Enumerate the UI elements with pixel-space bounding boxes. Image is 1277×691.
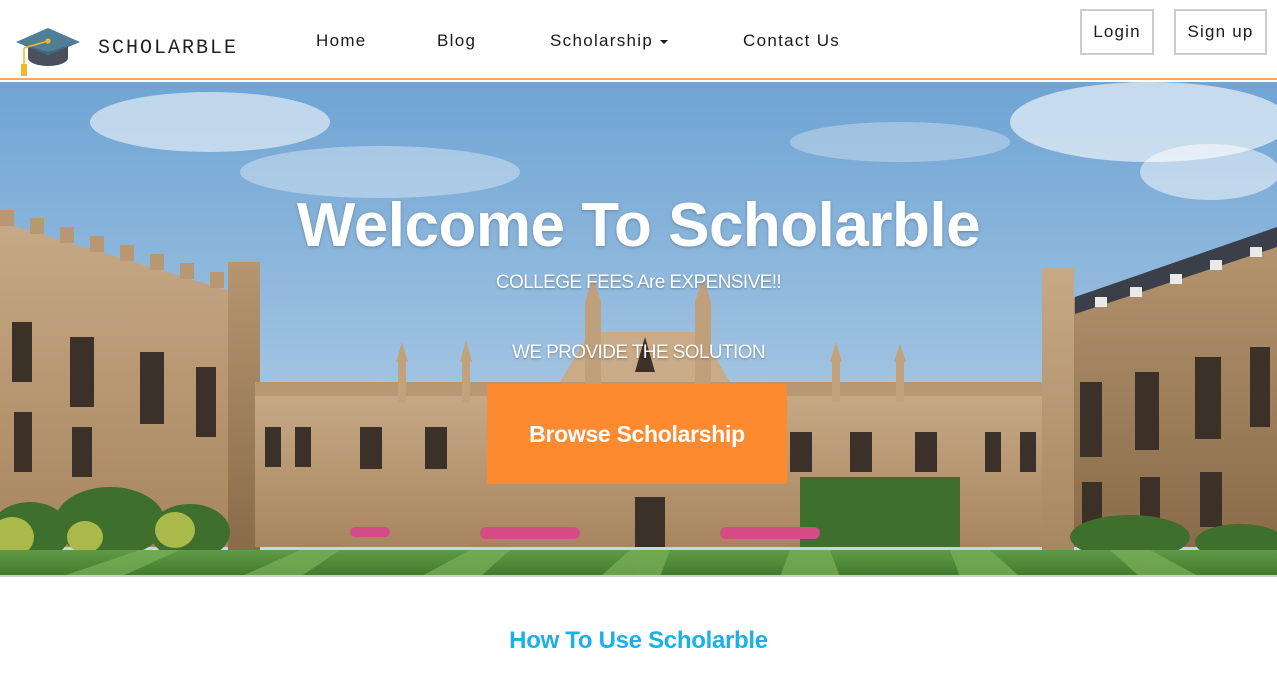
login-button[interactable]: Login [1080,9,1154,55]
nav-contact-us[interactable]: Contact Us [743,31,840,51]
nav-scholarship-label: Scholarship [550,31,654,50]
signup-button[interactable]: Sign up [1174,9,1267,55]
graduation-cap-icon [16,28,80,76]
browse-scholarship-button[interactable]: Browse Scholarship [487,384,787,484]
nav-scholarship-dropdown[interactable]: Scholarship [550,31,669,51]
brand-name: SCHOLARBLE [98,37,239,60]
nav-home[interactable]: Home [316,31,367,51]
hero-subtitle-expensive: COLLEGE FEES Are EXPENSIVE!! [495,272,782,293]
hero-background-image [0,82,1277,575]
top-navbar: SCHOLARBLE Home Blog Scholarship Contact… [0,0,1277,80]
caret-down-icon [660,39,669,44]
hero-title: Welcome To Scholarble [296,191,981,260]
hero-subtitle-solution: WE PROVIDE THE SOLUTION [512,342,766,363]
how-to-use-heading: How To Use Scholarble [509,627,768,654]
nav-blog[interactable]: Blog [437,31,476,51]
hero-banner: Welcome To Scholarble COLLEGE FEES Are E… [0,82,1277,577]
